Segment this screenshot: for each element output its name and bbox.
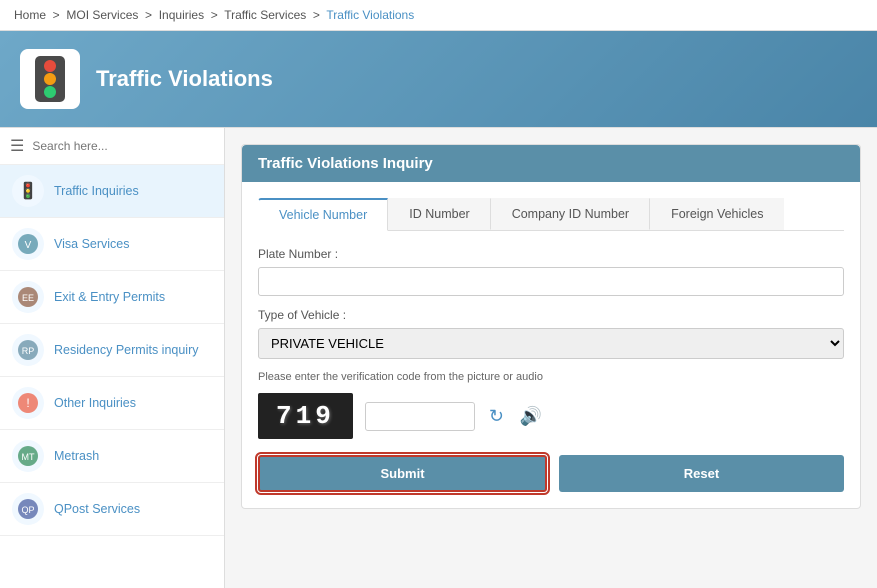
- sidebar-item-metrash[interactable]: MT Metrash: [0, 430, 224, 483]
- page-header: Traffic Violations: [0, 31, 877, 128]
- traffic-light-icon: [20, 49, 80, 109]
- sidebar-item-other[interactable]: ! Other Inquiries: [0, 377, 224, 430]
- breadcrumb-home[interactable]: Home: [14, 8, 46, 22]
- svg-text:EE: EE: [22, 293, 34, 303]
- sidebar-label-residency: Residency Permits inquiry: [54, 343, 199, 357]
- sidebar-label-exit: Exit & Entry Permits: [54, 290, 165, 304]
- content-area: Traffic Violations Inquiry Vehicle Numbe…: [225, 128, 877, 588]
- form-body: Vehicle Number ID Number Company ID Numb…: [242, 182, 860, 508]
- plate-number-input[interactable]: [258, 267, 844, 296]
- breadcrumb: Home > MOI Services > Inquiries > Traffi…: [0, 0, 877, 31]
- sidebar-label-traffic: Traffic Inquiries: [54, 184, 139, 198]
- sidebar-item-traffic[interactable]: 🚦 Traffic Inquiries: [0, 165, 224, 218]
- sidebar-item-residency[interactable]: RP Residency Permits inquiry: [0, 324, 224, 377]
- sidebar-label-visa: Visa Services: [54, 237, 130, 251]
- captcha-row: 719 ↻ 🔊: [258, 393, 844, 439]
- form-card: Traffic Violations Inquiry Vehicle Numbe…: [241, 144, 861, 509]
- sidebar-search-bar: ☰: [0, 128, 224, 165]
- page-title: Traffic Violations: [96, 66, 273, 92]
- sidebar-item-exit-entry[interactable]: EE Exit & Entry Permits: [0, 271, 224, 324]
- breadcrumb-current: Traffic Violations: [326, 8, 414, 22]
- action-row: Submit Reset: [258, 455, 844, 492]
- captcha-audio-button[interactable]: 🔊: [518, 404, 544, 429]
- tab-foreign-vehicles[interactable]: Foreign Vehicles: [650, 198, 783, 230]
- vehicle-type-label: Type of Vehicle :: [258, 308, 844, 322]
- sidebar-label-other: Other Inquiries: [54, 396, 136, 410]
- tab-company-id[interactable]: Company ID Number: [491, 198, 650, 230]
- breadcrumb-traffic-services[interactable]: Traffic Services: [224, 8, 306, 22]
- tab-vehicle-number[interactable]: Vehicle Number: [258, 198, 388, 231]
- sidebar-icon-visa: V: [12, 228, 44, 260]
- svg-text:MT: MT: [22, 452, 35, 462]
- sidebar-item-qpost[interactable]: QP QPost Services: [0, 483, 224, 536]
- svg-text:V: V: [25, 240, 32, 251]
- sidebar-icon-qpost: QP: [12, 493, 44, 525]
- captcha-input[interactable]: [365, 402, 475, 431]
- vehicle-type-select[interactable]: PRIVATE VEHICLE PUBLIC VEHICLE COMMERCIA…: [258, 328, 844, 359]
- sidebar-icon-residency: RP: [12, 334, 44, 366]
- search-input[interactable]: [32, 139, 214, 153]
- svg-text:RP: RP: [22, 346, 35, 356]
- captcha-refresh-button[interactable]: ↻: [487, 404, 506, 429]
- form-tabs: Vehicle Number ID Number Company ID Numb…: [258, 198, 844, 231]
- reset-button[interactable]: Reset: [559, 455, 844, 492]
- sidebar-icon-traffic: 🚦: [12, 175, 44, 207]
- svg-text:!: !: [26, 396, 29, 410]
- sidebar-label-qpost: QPost Services: [54, 502, 140, 516]
- sidebar-icon-metrash: MT: [12, 440, 44, 472]
- captcha-help-text: Please enter the verification code from …: [258, 371, 844, 383]
- form-title: Traffic Violations Inquiry: [242, 145, 860, 182]
- sidebar-icon-exit: EE: [12, 281, 44, 313]
- svg-text:QP: QP: [21, 505, 34, 515]
- submit-button[interactable]: Submit: [258, 455, 547, 492]
- hamburger-icon[interactable]: ☰: [10, 136, 24, 156]
- sidebar: ☰ 🚦 Traffic Inquiries V Visa Services EE…: [0, 128, 225, 588]
- breadcrumb-moi[interactable]: MOI Services: [66, 8, 138, 22]
- sidebar-item-visa[interactable]: V Visa Services: [0, 218, 224, 271]
- breadcrumb-inquiries[interactable]: Inquiries: [159, 8, 204, 22]
- tab-id-number[interactable]: ID Number: [388, 198, 490, 230]
- main-layout: ☰ 🚦 Traffic Inquiries V Visa Services EE…: [0, 128, 877, 588]
- plate-number-label: Plate Number :: [258, 247, 844, 261]
- sidebar-label-metrash: Metrash: [54, 449, 99, 463]
- sidebar-icon-other: !: [12, 387, 44, 419]
- captcha-image: 719: [258, 393, 353, 439]
